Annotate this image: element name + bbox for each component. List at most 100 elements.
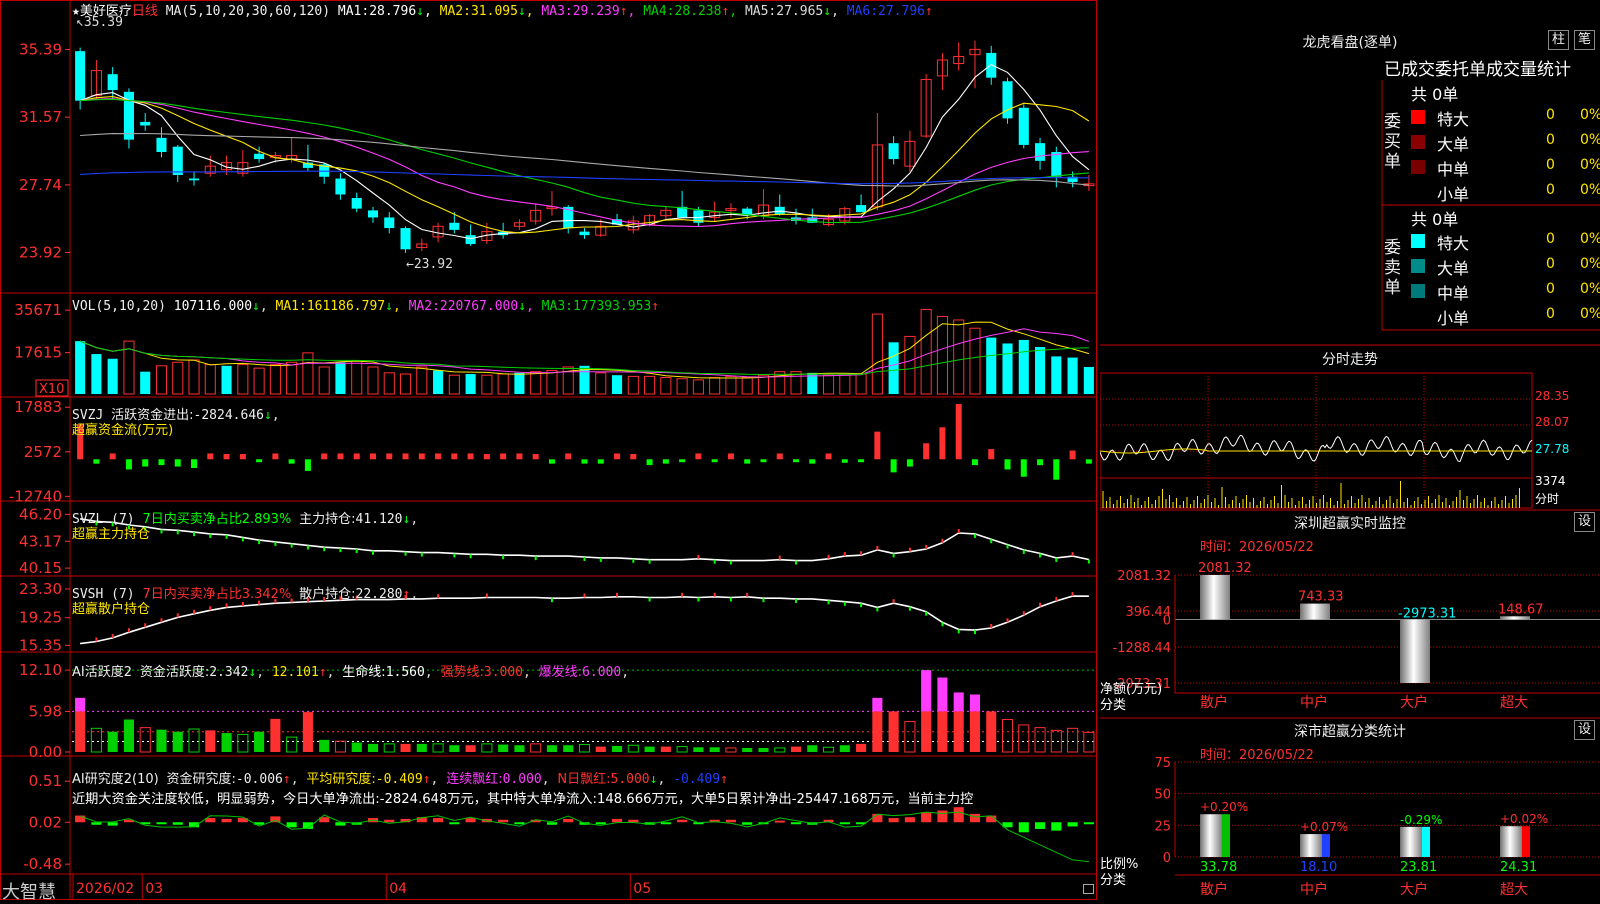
kline-chart[interactable]: 35.3931.5727.7423.92↖35.39←23.9235671176…	[0, 0, 1100, 900]
activity-bar	[1083, 731, 1095, 753]
ma-header: MA(5,10,20,30,60,120)	[165, 4, 331, 19]
dragon-title: 龙虎看盘(逐单)	[1302, 35, 1398, 51]
flow-bar	[646, 459, 653, 466]
star-icon: ★	[72, 4, 80, 19]
research-bar	[449, 822, 460, 825]
sell-total: 共 0单	[1411, 210, 1459, 229]
flow-bar	[695, 453, 702, 460]
activity-bar	[172, 731, 183, 752]
candle-body	[367, 210, 379, 218]
volume-bar	[627, 375, 639, 395]
y-tick-label: 12.10	[19, 661, 62, 679]
candle-body	[351, 198, 362, 209]
flow-bar	[548, 459, 555, 464]
volume-bar	[936, 315, 948, 395]
sell-order-count: 0	[1546, 231, 1555, 247]
activity-bar	[839, 745, 850, 752]
volume-bar	[823, 374, 835, 395]
volume-bar	[237, 364, 249, 395]
activity-bar	[107, 731, 118, 752]
research-bar	[514, 822, 525, 825]
volume-bar	[497, 373, 509, 395]
monitor-settings-button[interactable]: 设	[1574, 512, 1596, 532]
ai-research-header: AI研究度2(10) 资金研究度:-0.006↑, 平均研究度:-0.409↑,…	[72, 772, 728, 787]
sell-order-name: 中单	[1437, 284, 1470, 303]
activity-bar	[644, 746, 655, 752]
volume-bar	[367, 366, 379, 395]
research-bar	[904, 817, 915, 823]
flow-bar	[451, 453, 458, 460]
svzj-subtitle: 超赢资金流(万元)	[72, 423, 174, 438]
activity-bar	[904, 721, 916, 753]
activity-bar	[807, 745, 818, 752]
activity-bar	[611, 745, 623, 752]
flow-bar	[890, 459, 897, 473]
candle-body	[1035, 143, 1046, 161]
flow-bar	[906, 459, 913, 467]
flow-bar	[191, 459, 198, 468]
y-tick-label: 15.35	[19, 636, 62, 654]
app-logo: 大智慧	[2, 882, 56, 903]
sz-class-panel: 深市超赢分类统计 设 时间：2026/05/22	[1100, 718, 1600, 900]
flow-bar	[207, 453, 214, 460]
y-tick-label: 5.98	[29, 703, 62, 721]
volume-bar	[986, 337, 997, 394]
volume-bar	[481, 374, 493, 395]
volume-bar	[709, 377, 721, 395]
flow-bar	[565, 453, 572, 460]
tick-view-button[interactable]: 笔	[1574, 30, 1596, 50]
dragon-panel: 龙虎看盘(逐单) 柱 笔 已成交委托单成交量统计 委买单 共 0单 特大 0 0% 大…	[1100, 0, 1600, 345]
candle-body	[156, 137, 167, 152]
activity-bar	[221, 733, 232, 752]
candle-body	[140, 121, 151, 126]
research-bar	[790, 822, 802, 825]
x-tick-label: 04	[389, 881, 407, 897]
flow-bar	[971, 459, 978, 466]
flow-bar	[288, 459, 295, 464]
y-tick-label: 19.25	[19, 609, 62, 627]
research-bar	[921, 812, 932, 823]
flow-bar	[809, 459, 816, 464]
flow-bar	[532, 454, 539, 460]
sz-monitor-panel: 深圳超赢实时监控 设 时间：2026/05/22	[1100, 510, 1600, 710]
flow-bar	[776, 453, 783, 460]
sell-order-count: 0	[1546, 256, 1555, 272]
activity-bar	[774, 747, 786, 753]
activity-burst-bar	[969, 694, 981, 712]
svzl-subtitle: 超赢主力持仓	[72, 527, 151, 542]
main-chart-area[interactable]: 35.39 31.57 27.74 23.92 ↖35.39 ←23.92 35671 176…	[0, 0, 1100, 903]
sell-order-pct: 0%	[1580, 256, 1600, 272]
activity-bar	[790, 746, 802, 752]
y-tick-label: 23.92	[19, 243, 62, 261]
volume-bar	[107, 358, 118, 394]
flow-bar	[337, 453, 344, 460]
volume-bar	[611, 375, 623, 394]
volume-bar	[953, 319, 965, 395]
sell-order-name: 小单	[1437, 309, 1470, 328]
flow-bar	[256, 459, 263, 463]
buy-order-count: 0	[1546, 157, 1555, 173]
activity-bar	[953, 711, 964, 752]
volume-bar	[839, 374, 851, 395]
research-bar	[660, 822, 671, 825]
research-bar	[156, 822, 167, 825]
volume-bar	[91, 354, 102, 394]
research-bar	[628, 819, 639, 823]
volume-bar	[416, 366, 428, 395]
candle-body	[986, 52, 997, 78]
y-tick-label: 35671	[14, 301, 62, 319]
column-view-button[interactable]: 柱	[1548, 30, 1570, 50]
activity-bar	[921, 711, 932, 752]
activity-bar	[676, 746, 688, 753]
sell-order-row: 特大 0 0%	[1411, 230, 1600, 253]
sell-order-color-swatch	[1411, 234, 1425, 248]
research-bar	[221, 818, 232, 823]
class-settings-button[interactable]: 设	[1574, 720, 1596, 740]
volume-bar	[1051, 356, 1062, 394]
candle-body	[856, 205, 867, 213]
activity-bar	[1001, 719, 1014, 753]
activity-bar	[400, 743, 411, 752]
lock-icon[interactable]	[1083, 884, 1094, 894]
sell-order-count: 0	[1546, 306, 1555, 322]
class-time: 时间：2026/05/22	[1200, 748, 1314, 763]
